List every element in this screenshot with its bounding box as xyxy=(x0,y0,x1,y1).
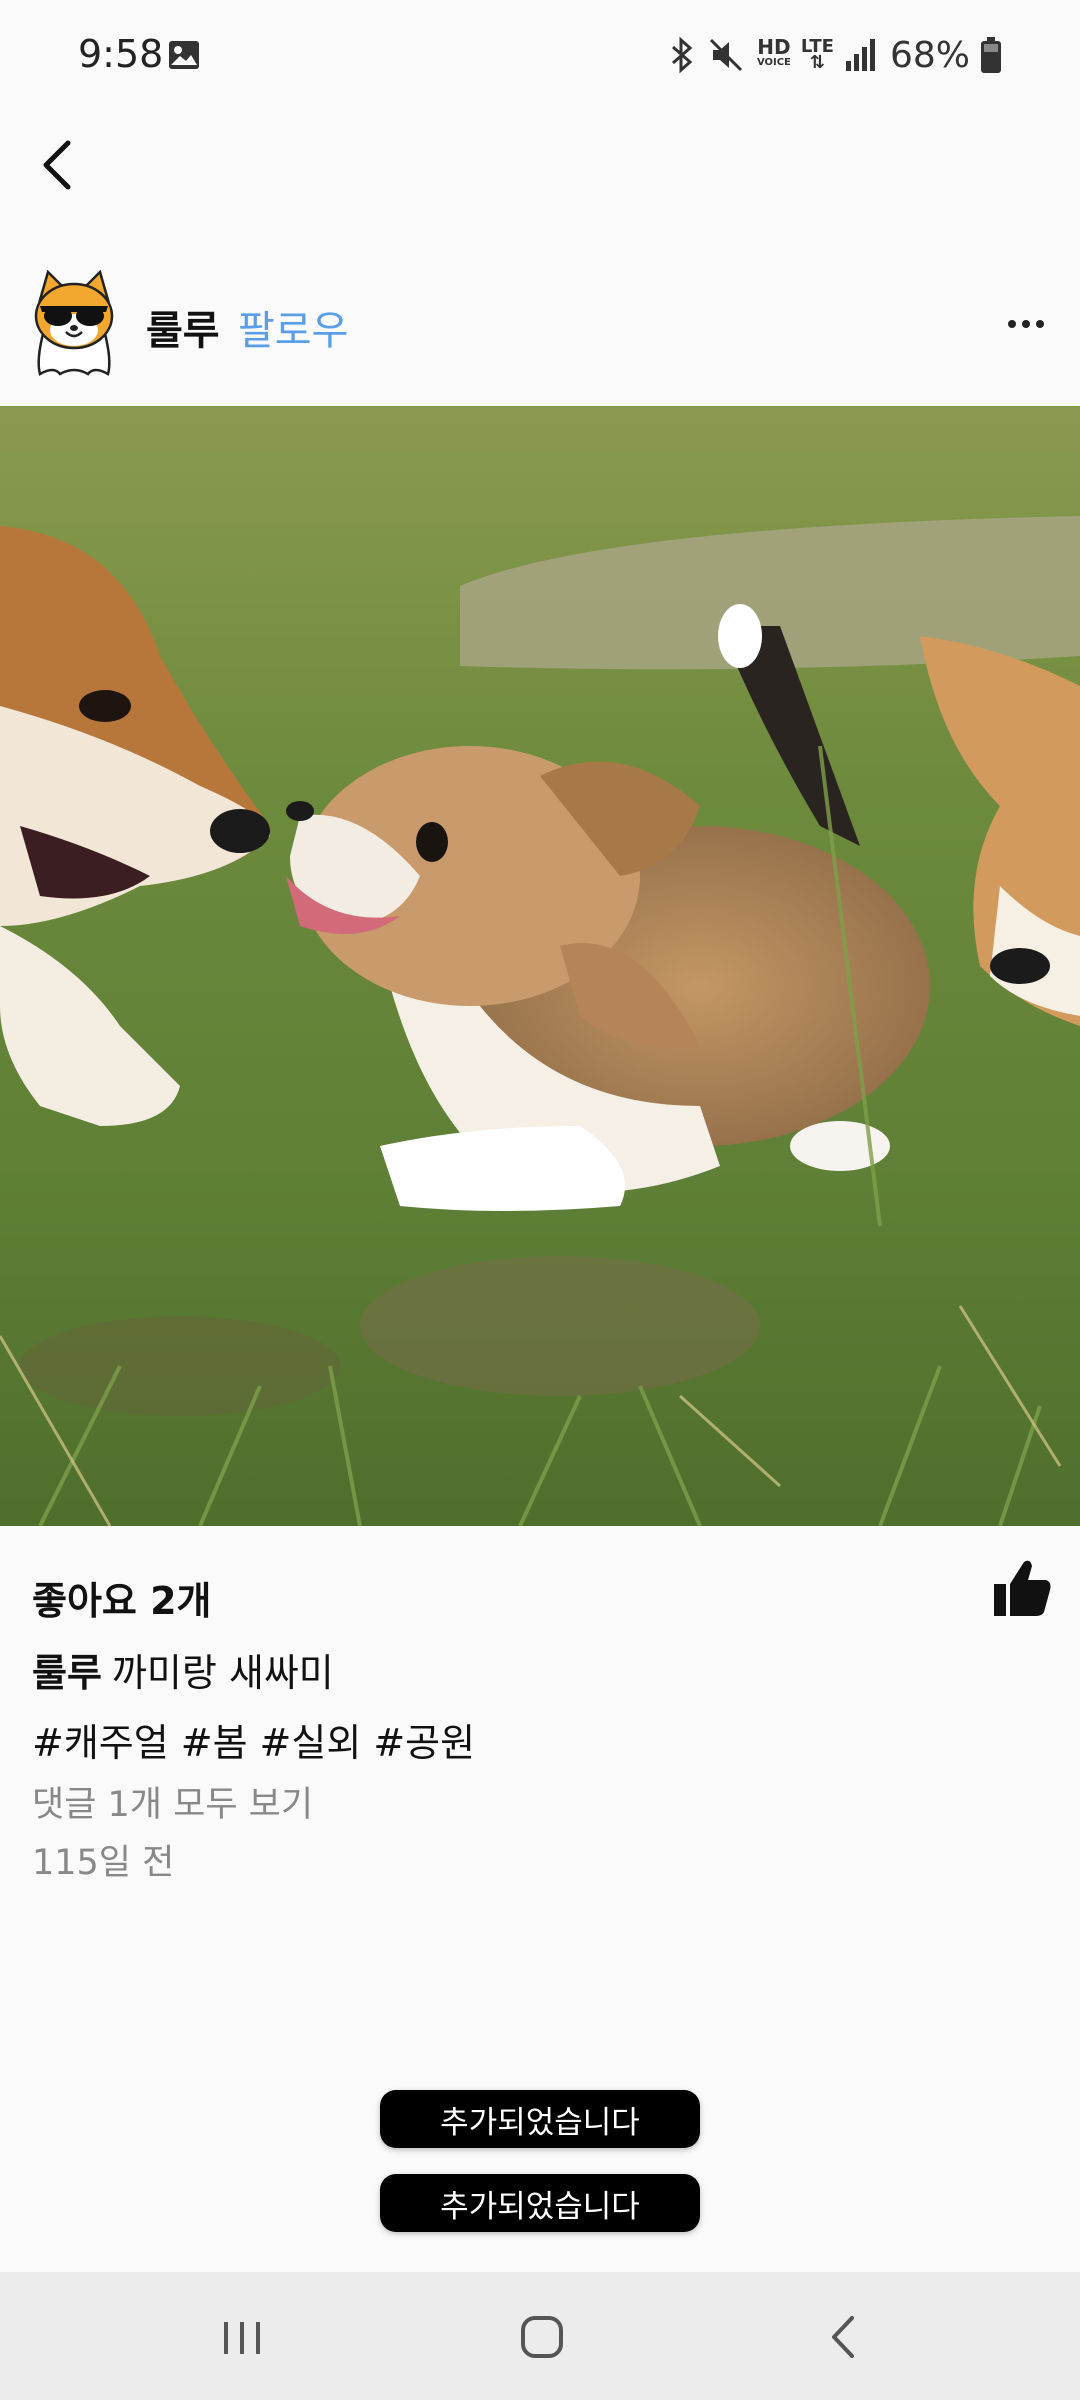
post-time: 115일 전 xyxy=(32,1843,175,1883)
hd-voice-icon: HD VOICE xyxy=(756,35,791,68)
status-time: 9:58 xyxy=(78,32,164,76)
thumbs-up-icon[interactable] xyxy=(990,1556,1054,1620)
hashtags: #캐주얼 #봄 #실외 #공원 xyxy=(32,1712,475,1767)
nav-back-icon[interactable] xyxy=(804,2302,884,2372)
caption: 룰루 까미랑 새싸미 xyxy=(32,1642,334,1697)
avatar[interactable] xyxy=(26,270,122,376)
recents-icon[interactable] xyxy=(202,2302,282,2372)
system-nav-bar xyxy=(0,2272,1080,2400)
hashtag[interactable]: #실외 xyxy=(260,1712,362,1767)
bluetooth-icon xyxy=(671,36,693,74)
home-icon[interactable] xyxy=(502,2302,582,2372)
more-options-icon[interactable] xyxy=(996,304,1056,344)
screen: 9:58 HD VOICE LTE ⇅ 68% 룰루 팔로우 좋아요 2개 룰루… xyxy=(0,0,1080,2400)
gallery-icon xyxy=(169,41,199,69)
view-comments-link[interactable]: 댓글 1개 모두 보기 xyxy=(32,1776,313,1827)
toast-message: 추가되었습니다 xyxy=(380,2090,700,2148)
caption-username[interactable]: 룰루 xyxy=(32,1651,102,1695)
follow-button[interactable]: 팔로우 xyxy=(238,298,348,356)
post-header: 룰루 팔로우 xyxy=(0,260,1080,390)
caption-text: 까미랑 새싸미 xyxy=(111,1651,334,1695)
status-bar: 9:58 HD VOICE LTE ⇅ 68% xyxy=(0,0,1080,110)
status-icons: HD VOICE LTE ⇅ 68% xyxy=(667,30,1002,80)
post-image[interactable] xyxy=(0,406,1080,1526)
battery-percent: 68% xyxy=(889,34,970,76)
back-button[interactable] xyxy=(28,125,88,205)
lte-icon: LTE ⇅ xyxy=(800,36,834,73)
hashtag[interactable]: #봄 xyxy=(181,1712,248,1767)
toast-message: 추가되었습니다 xyxy=(380,2174,700,2232)
battery-icon xyxy=(981,37,1001,73)
signal-icon xyxy=(845,39,875,71)
mute-icon xyxy=(709,38,742,72)
hashtag[interactable]: #공원 xyxy=(373,1712,475,1767)
likes-count: 좋아요 2개 xyxy=(32,1579,212,1623)
hashtag[interactable]: #캐주얼 xyxy=(32,1712,169,1767)
post-username[interactable]: 룰루 xyxy=(146,298,220,356)
